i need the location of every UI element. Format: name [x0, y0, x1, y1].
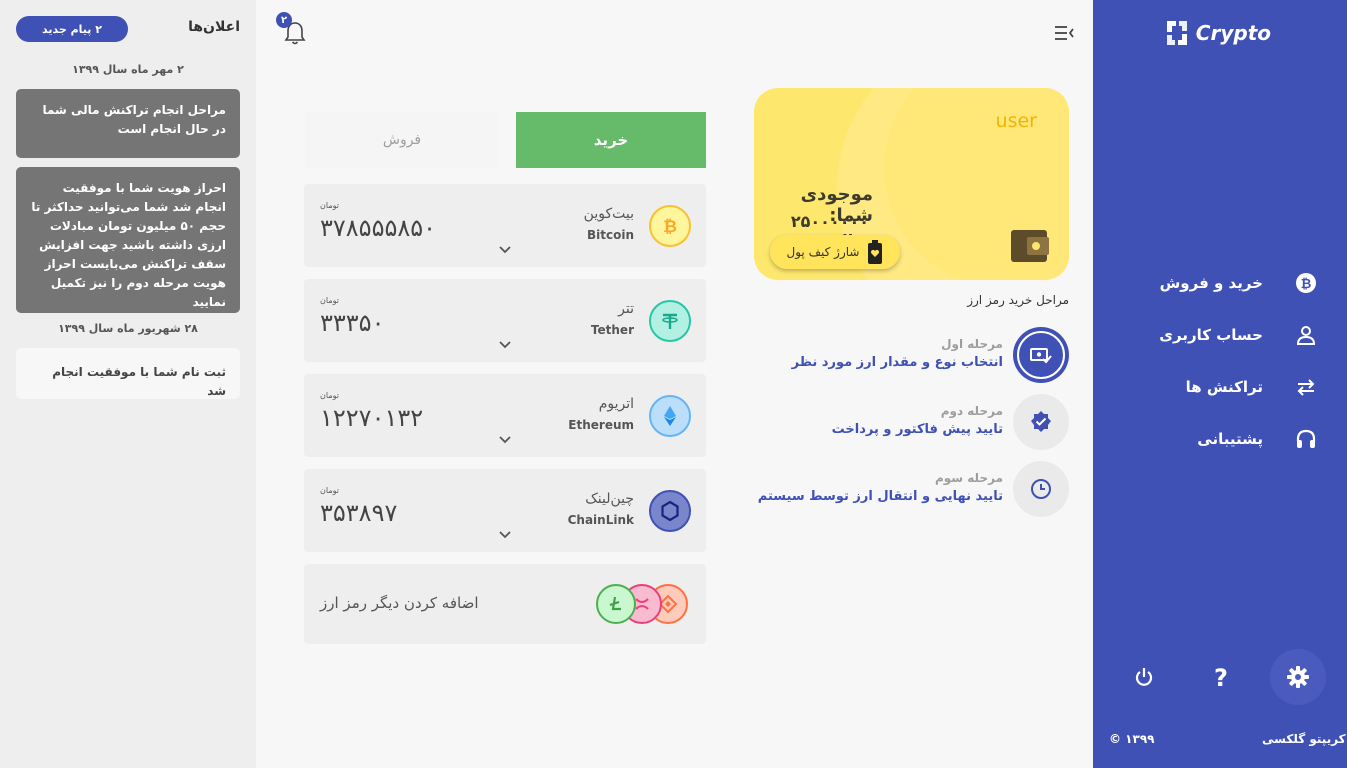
clock-icon [1031, 479, 1051, 499]
announcements-title: اعلان‌ها [188, 19, 240, 35]
sidebar-nav: خرید و فروش ₿ حساب کاربری تراکنش ها پشتی… [1093, 265, 1347, 473]
sidebar-item-label: خرید و فروش [1159, 274, 1263, 292]
wallet-username: user [995, 110, 1037, 132]
announcement-message[interactable]: مراحل انجام تراکنش مالی شما در حال انجام… [16, 89, 240, 158]
step-1: مرحله اول انتخاب نوع و مقدار ارز مورد نظ… [754, 327, 1069, 383]
chevron-down-icon[interactable] [497, 337, 513, 353]
coin-name-en: Tether [590, 323, 634, 337]
step-circle [1013, 394, 1069, 450]
step-description: تایید پیش فاکتور و پرداخت [831, 422, 1003, 437]
help-button[interactable]: ? [1193, 649, 1249, 705]
settings-icon [1287, 666, 1309, 688]
svg-text:₿: ₿ [1301, 277, 1312, 292]
step-circle [1013, 461, 1069, 517]
charge-wallet-label: شارژ کیف پول [786, 245, 860, 259]
power-icon [1135, 668, 1153, 686]
chainlink-icon [649, 490, 691, 532]
brand-logo-text: Crypto [1195, 21, 1271, 45]
tab-sell[interactable]: فروش [305, 112, 499, 168]
wallet-icon [1011, 230, 1049, 262]
sidebar-item-label: تراکنش ها [1185, 378, 1263, 396]
user-icon [1295, 324, 1317, 346]
bitcoin-icon: ₿ [649, 205, 691, 247]
coin-stack-icons [596, 584, 696, 626]
notification-count-badge: ۲ [276, 12, 292, 28]
money-check-icon [1030, 348, 1052, 364]
bitcoin-icon: ₿ [1295, 272, 1317, 294]
brand-logo[interactable]: Crypto [1162, 18, 1271, 48]
steps-title: مراحل خرید رمز ارز [967, 293, 1069, 307]
power-button[interactable] [1116, 649, 1172, 705]
coin-price: ۱۲۲۷۰۱۳۲ [320, 404, 424, 432]
add-coin-label: اضافه کردن دیگر رمز ارز [320, 594, 479, 612]
add-coin-button[interactable]: اضافه کردن دیگر رمز ارز [304, 564, 706, 644]
sidebar-item-account[interactable]: حساب کاربری [1093, 317, 1347, 353]
sidebar-item-support[interactable]: پشتیبانی [1093, 421, 1347, 457]
tether-icon [649, 300, 691, 342]
crypto-logo-icon [1166, 21, 1187, 45]
svg-text:₿: ₿ [663, 217, 677, 237]
sidebar: Crypto خرید و فروش ₿ حساب کاربری تراکنش … [1093, 0, 1347, 768]
coin-unit: تومان [320, 296, 339, 305]
announcements-panel: اعلان‌ها ۲ پیام جدید ۲ مهر ماه سال ۱۳۹۹ … [0, 0, 256, 768]
step-label: مرحله دوم [940, 404, 1003, 418]
step-2: مرحله دوم تایید پیش فاکتور و پرداخت [754, 394, 1069, 450]
new-messages-badge[interactable]: ۲ پیام جدید [16, 16, 128, 42]
sidebar-item-trade[interactable]: خرید و فروش ₿ [1093, 265, 1347, 301]
coin-name-fa: اتریوم [598, 396, 634, 412]
coin-card-tether[interactable]: تتر Tether تومان ۳۳۳۵۰ [304, 279, 706, 362]
coin-name-fa: بیت‌کوین [583, 206, 634, 222]
step-3: مرحله سوم تایید نهایی و انتقال ارز توسط … [754, 461, 1069, 517]
coin-price: ۳۳۳۵۰ [320, 309, 385, 337]
announcement-date: ۲۸ شهریور ماه سال ۱۳۹۹ [58, 322, 198, 335]
coin-unit: تومان [320, 486, 339, 495]
battery-icon [868, 240, 883, 264]
footer-brand-name: کریپتو گلکسی [1262, 732, 1346, 746]
settings-button[interactable] [1270, 649, 1326, 705]
coin-unit: تومان [320, 391, 339, 400]
coin-price: ۳۵۳۸۹۷ [320, 499, 398, 527]
verified-badge-icon [1031, 411, 1051, 432]
sidebar-item-label: پشتیبانی [1197, 430, 1263, 448]
headphones-icon [1295, 428, 1317, 450]
litecoin-icon [596, 584, 636, 624]
coin-unit: تومان [320, 201, 339, 210]
announcement-message[interactable]: احراز هویت شما با موفقیت انجام شد شما می… [16, 167, 240, 313]
coin-name-en: Ethereum [568, 418, 634, 432]
wallet-card: user موجودی شما: ۲۵۰۰۰۰۰۰ ریال شارژ کیف … [754, 88, 1069, 280]
menu-collapse-icon[interactable] [1052, 22, 1076, 44]
sidebar-item-label: حساب کاربری [1159, 326, 1263, 344]
coin-card-ethereum[interactable]: اتریوم Ethereum تومان ۱۲۲۷۰۱۳۲ [304, 374, 706, 457]
step-circle [1013, 327, 1069, 383]
footer-copyright: © ۱۳۹۹ [1109, 732, 1155, 746]
sidebar-item-transactions[interactable]: تراکنش ها [1093, 369, 1347, 405]
sidebar-bottom-actions: ? [1093, 649, 1347, 705]
step-description: انتخاب نوع و مقدار ارز مورد نظر [791, 355, 1003, 370]
announcement-message[interactable]: ثبت نام شما با موفقیت انجام شد [16, 348, 240, 399]
charge-wallet-button[interactable]: شارژ کیف پول [770, 235, 900, 269]
coin-name-fa: تتر [618, 301, 634, 317]
step-label: مرحله سوم [934, 471, 1003, 485]
coin-card-bitcoin[interactable]: ₿ بیت‌کوین Bitcoin تومان ۳۷۸۵۵۵۸۵۰ [304, 184, 706, 267]
coin-card-chainlink[interactable]: چین‌لینک ChainLink تومان ۳۵۳۸۹۷ [304, 469, 706, 552]
coin-name-fa: چین‌لینک [585, 491, 634, 507]
svg-text:?: ? [1214, 664, 1228, 690]
step-label: مرحله اول [941, 337, 1003, 351]
swap-icon [1295, 376, 1317, 398]
coin-name-en: Bitcoin [586, 228, 634, 242]
coin-price: ۳۷۸۵۵۵۸۵۰ [320, 214, 437, 242]
chevron-down-icon[interactable] [497, 527, 513, 543]
coin-name-en: ChainLink [567, 513, 634, 527]
ethereum-icon [649, 395, 691, 437]
announcement-date: ۲ مهر ماه سال ۱۳۹۹ [72, 63, 184, 76]
step-description: تایید نهایی و انتقال ارز توسط سیستم [757, 489, 1003, 504]
help-icon: ? [1214, 664, 1228, 690]
chevron-down-icon[interactable] [497, 242, 513, 258]
chevron-down-icon[interactable] [497, 432, 513, 448]
tab-buy[interactable]: خرید [516, 112, 706, 168]
